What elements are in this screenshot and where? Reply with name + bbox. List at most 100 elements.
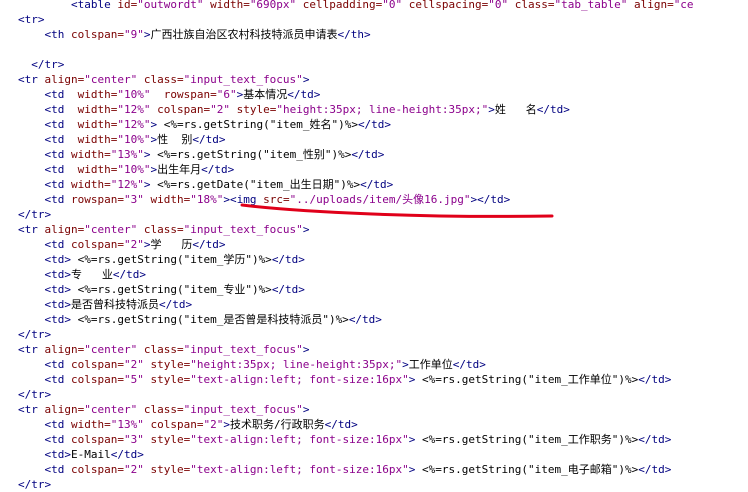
code-line: <tr align="center" class="input_text_foc… — [18, 342, 309, 357]
code-token: "ce — [673, 0, 694, 11]
code-token: <td — [44, 358, 71, 371]
code-line: <td colspan="2" style="height:35px; line… — [18, 357, 486, 372]
code-token: "0" — [488, 0, 509, 11]
code-token: </td> — [351, 148, 385, 161]
code-token: rowspan= — [71, 193, 124, 206]
code-token: class= — [137, 343, 184, 356]
code-token: <td — [44, 103, 78, 116]
code-token: <td — [44, 178, 71, 191]
code-token: align= — [44, 223, 85, 236]
code-token: 性 别 — [157, 133, 193, 146]
code-token: </td> — [638, 373, 672, 386]
code-token: <%=rs.getString("item_专业")%> — [71, 283, 272, 296]
code-token: "center" — [84, 73, 138, 86]
code-token: colspan= — [143, 418, 204, 431]
code-token: </td> — [477, 193, 511, 206]
code-token: </tr> — [18, 478, 52, 491]
code-token: style= — [229, 103, 277, 116]
code-line: <td> <%=rs.getString("item_是否曾是科技特派员")%>… — [18, 312, 382, 327]
code-token: <%=rs.getString("item_姓名")%> — [163, 118, 358, 131]
code-token: "input_text_focus" — [183, 403, 303, 416]
code-token: > — [223, 193, 230, 206]
code-line: <table id="outwordt" width="690px" cellp… — [18, 0, 694, 12]
code-token: <td — [44, 418, 71, 431]
code-token: align= — [44, 403, 85, 416]
code-token: 基本情况 — [243, 88, 288, 101]
code-token: "2" — [210, 103, 230, 116]
code-token: </td> — [536, 103, 570, 116]
code-token: "2" — [123, 463, 144, 476]
code-token: </td> — [638, 463, 672, 476]
code-line: <td width="10%" rowspan="6">基本情况</td> — [18, 87, 321, 102]
code-token: "text-align:left; font-size:16px" — [190, 373, 409, 386]
code-token: "center" — [84, 223, 138, 236]
code-token: "10%" — [117, 163, 151, 176]
code-line: <td colspan="2" style="text-align:left; … — [18, 462, 672, 477]
code-token: <td> — [44, 253, 72, 266]
code-token: </td> — [112, 268, 146, 281]
code-token: "center" — [84, 343, 138, 356]
code-token: "12%" — [117, 118, 151, 131]
code-editor[interactable]: <table id="outwordt" width="690px" cellp… — [0, 0, 748, 492]
code-line: </tr> — [18, 207, 51, 222]
code-token: <td — [44, 148, 71, 161]
code-token: "0" — [382, 0, 403, 11]
code-token: "10%" — [117, 133, 151, 146]
code-token: width= — [77, 88, 118, 101]
code-token: cellspacing= — [402, 0, 489, 11]
code-line: <td rowspan="3" width="18%"><img src="..… — [18, 192, 511, 207]
code-token: width= — [71, 418, 111, 431]
code-line: <td>E-Mail</td> — [18, 447, 144, 462]
code-token: </td> — [324, 418, 358, 431]
code-line: <td> <%=rs.getString("item_专业")%></td> — [18, 282, 305, 297]
code-token: "../uploads/item/头像16.jpg" — [289, 193, 471, 206]
code-token: > — [302, 73, 310, 86]
code-token: </td> — [201, 163, 235, 176]
code-token: </td> — [110, 448, 144, 461]
code-token: width= — [143, 193, 191, 206]
code-token: style= — [143, 373, 191, 386]
code-token: rowspan= — [150, 88, 217, 101]
code-token: </td> — [271, 283, 305, 296]
code-token: <td> — [44, 268, 72, 281]
code-token: class= — [508, 0, 555, 11]
code-token: "2" — [203, 418, 224, 431]
code-line: </tr> — [18, 327, 51, 342]
code-token: width= — [71, 148, 111, 161]
code-token: "18%" — [190, 193, 224, 206]
code-token: "5" — [123, 373, 144, 386]
code-token: width= — [77, 103, 118, 116]
code-token: > — [408, 433, 423, 446]
code-line: <tr align="center" class="input_text_foc… — [18, 72, 309, 87]
code-token: <td — [44, 373, 71, 386]
code-token: "tab_table" — [554, 0, 628, 11]
code-token: <th — [44, 28, 71, 41]
code-token: <%=rs.getString("item_电子邮箱")%> — [422, 463, 639, 476]
code-token: > — [302, 343, 310, 356]
code-token: <%=rs.getString("item_是否曾是科技特派员")%> — [71, 313, 349, 326]
code-token: "text-align:left; font-size:16px" — [190, 433, 409, 446]
code-token: > — [302, 223, 310, 236]
code-token: width= — [71, 178, 111, 191]
code-token: </tr> — [18, 388, 52, 401]
code-token: </td> — [192, 238, 226, 251]
code-token: align= — [627, 0, 674, 11]
code-token: <tr — [18, 403, 45, 416]
code-token: style= — [143, 358, 191, 371]
code-token: 出生年月 — [157, 163, 202, 176]
code-token: colspan= — [71, 433, 124, 446]
code-line: <td>专 业</td> — [18, 267, 147, 282]
code-token: <%=rs.getString("item_学历")%> — [71, 253, 272, 266]
code-token: "outwordt" — [137, 0, 204, 11]
